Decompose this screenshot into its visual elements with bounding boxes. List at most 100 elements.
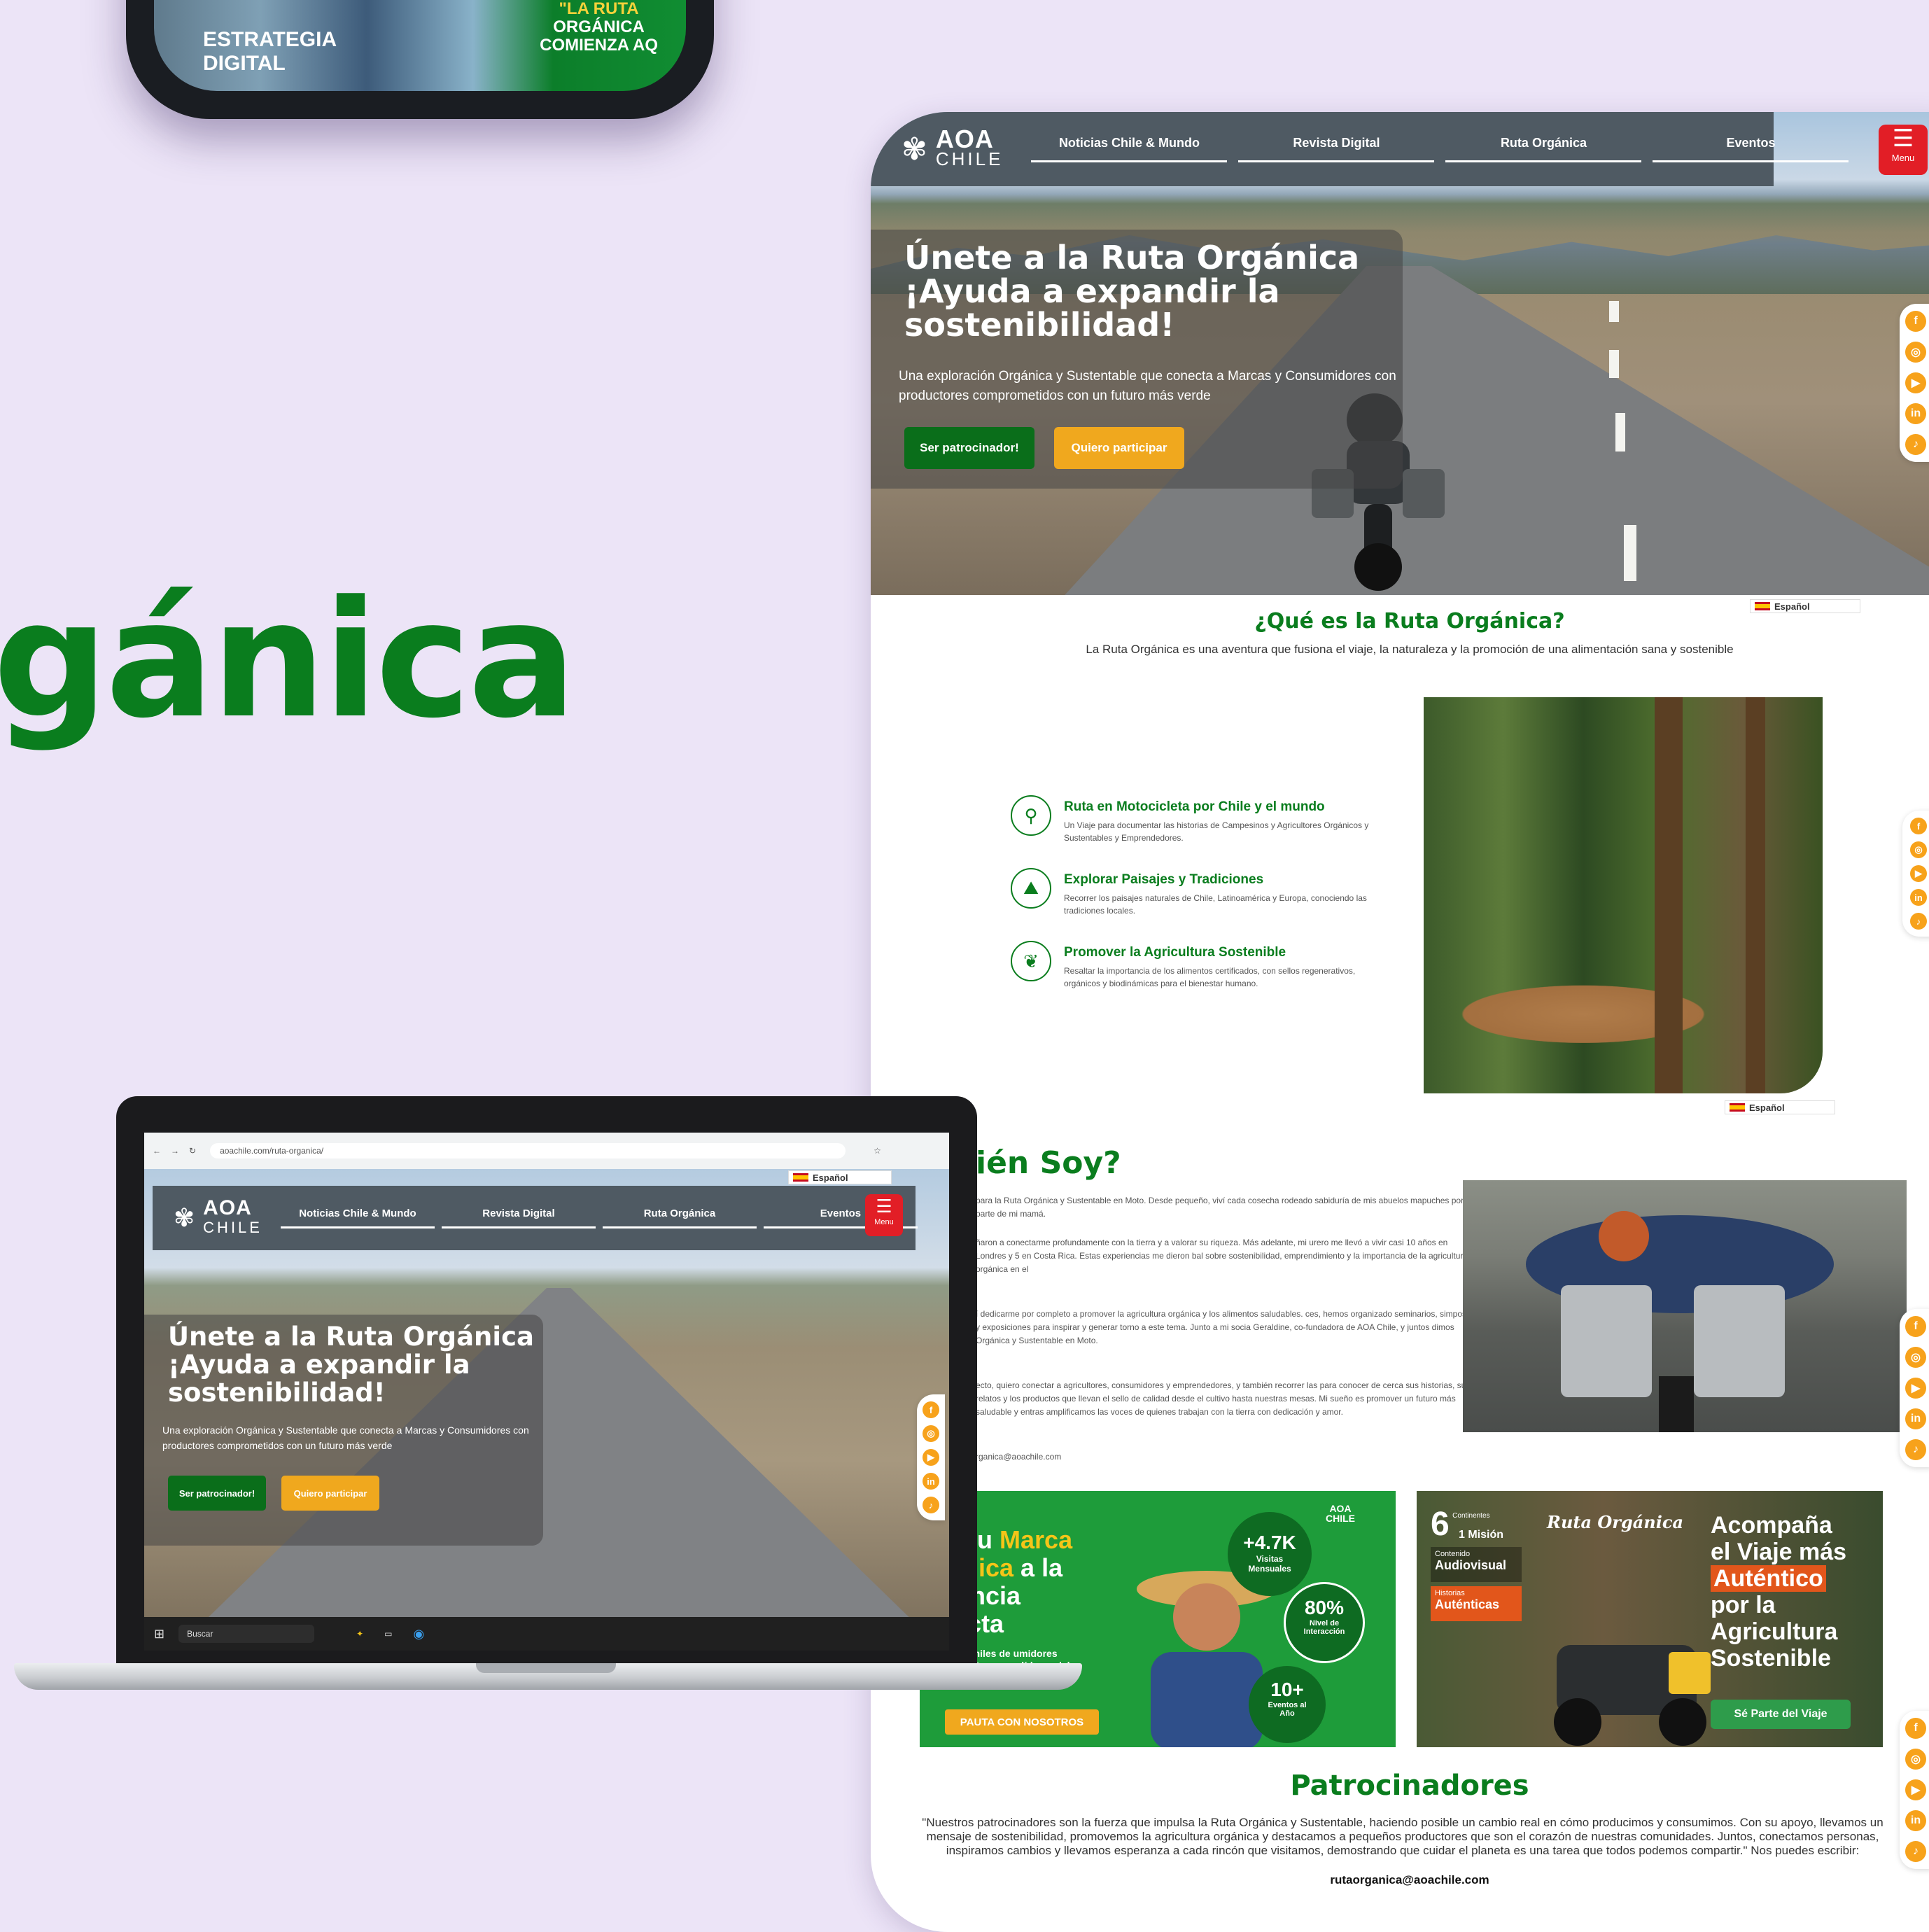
road-line — [1609, 350, 1619, 378]
menu-button[interactable]: ☰ Menu — [865, 1194, 903, 1236]
logo-line2: CHILE — [203, 1219, 262, 1236]
join-journey-banner[interactable]: 6 Continentes 1 Misión Contenido Audiovi… — [1417, 1491, 1883, 1747]
youtube-icon[interactable]: ▶ — [1910, 865, 1927, 882]
task-view-icon[interactable]: ▭ — [384, 1629, 392, 1639]
motorcycle-icon: ⚲ — [1011, 795, 1051, 836]
reload-icon[interactable]: ↻ — [189, 1146, 196, 1156]
laptop-navbar: ✾ AOA CHILE Noticias Chile & Mundo Revis… — [153, 1186, 918, 1250]
instagram-icon[interactable]: ◎ — [1905, 1749, 1926, 1770]
menu-button[interactable]: ☰ Menu — [1879, 125, 1928, 175]
aoa-logo[interactable]: ✾ AOA CHILE — [902, 125, 1003, 169]
address-bar[interactable]: aoachile.com/ruta-organica/ — [210, 1143, 846, 1158]
nav-noticias[interactable]: Noticias Chile & Mundo — [1031, 136, 1228, 162]
sponsor-button[interactable]: Ser patrocinador! — [168, 1476, 266, 1511]
nav-revista[interactable]: Revista Digital — [1238, 136, 1435, 162]
join-journey-button[interactable]: Sé Parte del Viaje — [1711, 1700, 1851, 1729]
tiktok-icon[interactable]: ♪ — [1905, 434, 1926, 455]
ruta-organica-logo: Ruta Orgánica — [1547, 1512, 1683, 1532]
facebook-icon[interactable]: f — [1905, 1718, 1926, 1739]
linkedin-icon[interactable]: in — [1910, 889, 1927, 906]
instagram-icon[interactable]: ◎ — [1910, 841, 1927, 858]
social-sidebar: f ◎ ▶ in ♪ — [1900, 1309, 1929, 1467]
facebook-icon[interactable]: f — [1905, 311, 1926, 332]
stat-visits-label: Visitas Mensuales — [1248, 1554, 1291, 1574]
who-email[interactable]: rganica@aoachile.com — [976, 1450, 1480, 1464]
badge-authentic: Historias Auténticas — [1431, 1586, 1522, 1621]
instagram-icon[interactable]: ◎ — [1905, 342, 1926, 363]
sponsors-email[interactable]: rutaorganica@aoachile.com — [871, 1873, 1929, 1887]
laptop-screen: ← → ↻ aoachile.com/ruta-organica/ ☆ Espa… — [144, 1133, 949, 1651]
tree-trunk — [1655, 697, 1683, 1093]
instagram-icon[interactable]: ◎ — [1905, 1347, 1926, 1368]
facebook-icon[interactable]: f — [1905, 1316, 1926, 1337]
nav-ruta-organica[interactable]: Ruta Orgánica — [1445, 136, 1642, 162]
motorcycle-luggage-image — [1463, 1180, 1907, 1432]
logo-line1: AOA — [203, 1196, 252, 1219]
forward-icon[interactable]: → — [171, 1146, 179, 1156]
plant-icon: ❦ — [1011, 941, 1051, 981]
who-title: ién Soy? — [976, 1145, 1121, 1181]
phone-left-text: ESTRATEGIA DIGITAL — [203, 28, 337, 75]
facebook-icon[interactable]: f — [923, 1401, 939, 1418]
advertise-cta-button[interactable]: PAUTA CON NOSOTROS — [945, 1709, 1099, 1735]
stat-visits: +4.7K Visitas Mensuales — [1228, 1512, 1312, 1596]
aoa-logo[interactable]: ✾ AOA CHILE — [174, 1198, 262, 1238]
feature-title: Explorar Paisajes y Tradiciones — [1064, 872, 1264, 887]
language-selector[interactable]: Español — [1725, 1100, 1835, 1114]
nav-noticias[interactable]: Noticias Chile & Mundo — [280, 1208, 435, 1228]
laptop-mockup: ← → ↻ aoachile.com/ruta-organica/ ☆ Espa… — [116, 1096, 977, 1663]
badge-continents: 6 Continentes 1 Misión — [1431, 1505, 1503, 1544]
stat-interaction: 80% Nivel de Interacción — [1284, 1582, 1365, 1663]
windows-start-icon[interactable]: ⊞ — [154, 1627, 164, 1642]
menu-label: Menu — [1891, 153, 1915, 163]
tiktok-icon[interactable]: ♪ — [923, 1497, 939, 1513]
youtube-icon[interactable]: ▶ — [923, 1449, 939, 1466]
forest-road-image — [1424, 697, 1823, 1093]
tiktok-icon[interactable]: ♪ — [1905, 1841, 1926, 1862]
logo-line1: AOA — [935, 125, 994, 153]
youtube-icon[interactable]: ▶ — [1905, 372, 1926, 393]
bookmark-icon[interactable]: ☆ — [874, 1146, 881, 1156]
linkedin-icon[interactable]: in — [1905, 1408, 1926, 1429]
badge-authentic-small: Historias — [1435, 1589, 1465, 1597]
badge-continents-label: 1 Misión — [1459, 1529, 1504, 1541]
feature-desc: Recorrer los paisajes naturales de Chile… — [1064, 893, 1367, 916]
back-icon[interactable]: ← — [153, 1146, 161, 1156]
banner2-h3: Auténtico — [1711, 1565, 1826, 1592]
phone-screen: ESTRATEGIA DIGITAL "LA RUTA ORGÁNICA COM… — [154, 0, 686, 91]
linkedin-icon[interactable]: in — [1905, 1810, 1926, 1831]
facebook-icon[interactable]: f — [1910, 818, 1927, 834]
badge-continents-number: 6 — [1431, 1506, 1450, 1543]
banner2-h1: Acompaña — [1711, 1512, 1832, 1539]
advertise-banner[interactable]: va tu Marca gánica a la diencia rrecta c… — [920, 1491, 1396, 1747]
laptop-hero: Español ✾ AOA CHILE Noticias Chile & Mun… — [144, 1169, 949, 1617]
taskbar-search[interactable]: Buscar — [178, 1625, 315, 1643]
edge-browser-icon[interactable]: ◉ — [414, 1627, 425, 1642]
banner2-h6: Sostenible — [1711, 1645, 1831, 1672]
stat-interaction-value: 80% — [1304, 1597, 1345, 1618]
nav-eventos[interactable]: Eventos — [1653, 136, 1849, 162]
sponsors-title: Patrocinadores — [1290, 1770, 1529, 1802]
social-sidebar: f ◎ ▶ in ♪ — [1902, 811, 1929, 937]
language-label: Español — [813, 1172, 848, 1183]
nav-revista[interactable]: Revista Digital — [441, 1208, 596, 1228]
hero-subtitle: Una exploración Orgánica y Sustentable q… — [162, 1424, 529, 1451]
linkedin-icon[interactable]: in — [1905, 403, 1926, 424]
sparkle-icon[interactable]: ✦ — [356, 1629, 363, 1639]
participate-button[interactable]: Quiero participar — [1054, 427, 1184, 469]
nav-ruta-organica[interactable]: Ruta Orgánica — [602, 1208, 757, 1228]
language-selector[interactable]: Español — [788, 1170, 892, 1184]
participate-button[interactable]: Quiero participar — [281, 1476, 379, 1511]
instagram-icon[interactable]: ◎ — [923, 1425, 939, 1442]
banner2-h4: por la — [1711, 1592, 1776, 1618]
badge-authentic-label: Auténticas — [1435, 1597, 1500, 1611]
top-navbar: ✾ AOA CHILE Noticias Chile & Mundo Revis… — [871, 112, 1849, 186]
what-title: ¿Qué es la Ruta Orgánica? — [1254, 609, 1565, 634]
tiktok-icon[interactable]: ♪ — [1910, 913, 1927, 930]
linkedin-icon[interactable]: in — [923, 1473, 939, 1490]
youtube-icon[interactable]: ▶ — [1905, 1378, 1926, 1399]
sponsor-button[interactable]: Ser patrocinador! — [904, 427, 1034, 469]
tiktok-icon[interactable]: ♪ — [1905, 1439, 1926, 1460]
stat-events-value: 10+ — [1270, 1679, 1304, 1700]
adventure-motorcycle-photo — [1554, 1645, 1711, 1746]
